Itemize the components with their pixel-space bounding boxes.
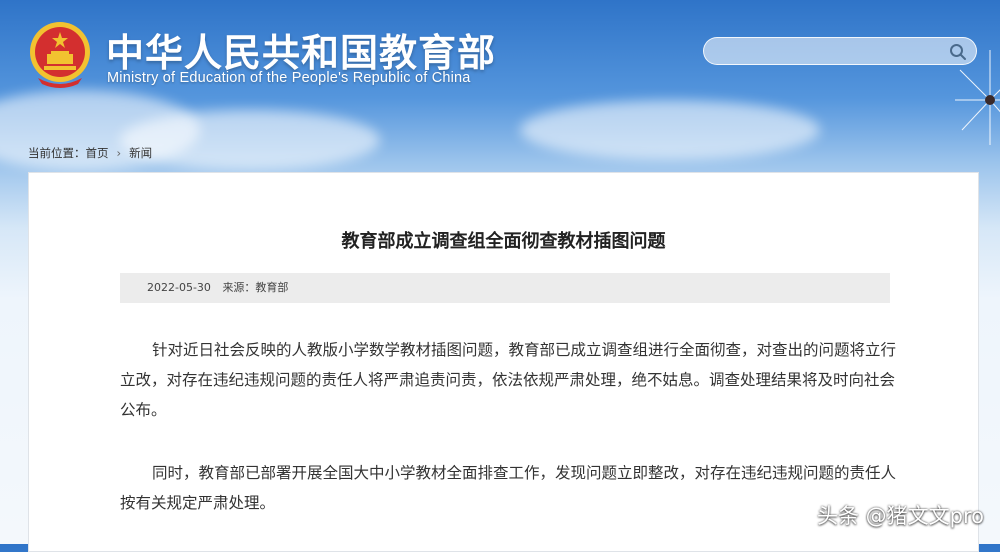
dandelion-decoration-icon [955,50,1000,145]
article-paragraph: 针对近日社会反映的人教版小学数学教材插图问题，教育部已成立调查组进行全面彻查，对… [120,341,897,419]
site-title[interactable]: 中华人民共和国教育部 [106,22,496,77]
site-subtitle: Ministry of Education of the People's Re… [107,70,471,86]
article-source: 来源：教育部 [222,281,289,294]
watermark: 头条 @猪文文pro [816,504,984,528]
search-input[interactable] [716,41,950,63]
site-header: 中华人民共和国教育部 Ministry of Education of the … [0,0,1000,145]
breadcrumb-home-link[interactable]: 首页 [86,146,109,160]
search-box [703,37,977,65]
article-title: 教育部成立调查组全面彻查教材插图问题 [341,231,666,252]
article-meta-bar: 2022-05-30 来源：教育部 [120,273,890,303]
breadcrumb-prefix: 当前位置： [28,146,86,160]
breadcrumb-news-link[interactable]: 新闻 [129,146,152,160]
article-date: 2022-05-30 [147,281,211,294]
breadcrumb-separator: › [116,146,122,160]
breadcrumb: 当前位置：首页 › 新闻 [28,145,152,161]
article-paragraph: 同时，教育部已部署开展全国大中小学教材全面排查工作，发现问题立即整改，对存在违纪… [120,464,897,512]
national-emblem-icon[interactable] [28,18,92,88]
article-panel: 教育部成立调查组全面彻查教材插图问题 2022-05-30 来源：教育部 针对近… [28,172,979,552]
